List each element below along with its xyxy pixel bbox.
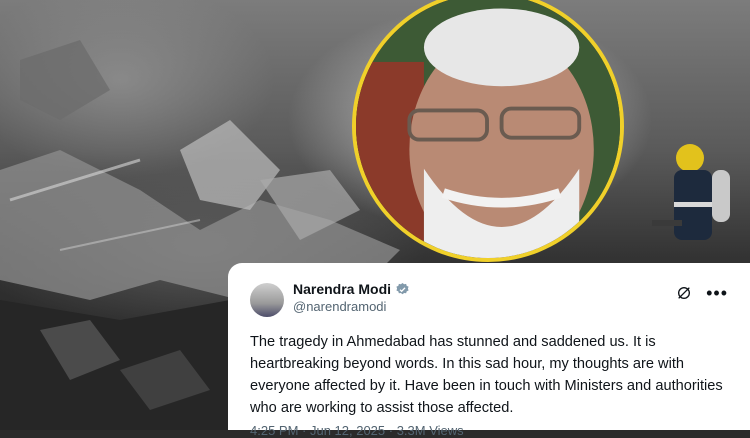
tweet-text: The tragedy in Ahmedabad has stunned and… — [250, 334, 723, 416]
portrait-photo — [352, 0, 624, 262]
tweet-header: Narendra Modi @narendramodi ••• — [250, 281, 728, 317]
firefighter-figure — [652, 144, 730, 240]
tweet-meta: 4:25 PM · Jun 12, 2025 · 3.3M Views — [250, 423, 464, 438]
verified-badge-icon — [396, 282, 409, 294]
more-icon[interactable]: ••• — [706, 284, 728, 302]
handle[interactable]: @narendramodi — [293, 299, 410, 314]
tweet-card: Narendra Modi @narendramodi ••• The trag… — [228, 263, 750, 438]
grok-icon[interactable] — [676, 285, 692, 301]
avatar[interactable] — [250, 283, 284, 317]
display-name[interactable]: Narendra Modi — [293, 281, 391, 297]
author-names: Narendra Modi @narendramodi — [293, 281, 410, 314]
tweet-actions: ••• — [676, 284, 728, 302]
